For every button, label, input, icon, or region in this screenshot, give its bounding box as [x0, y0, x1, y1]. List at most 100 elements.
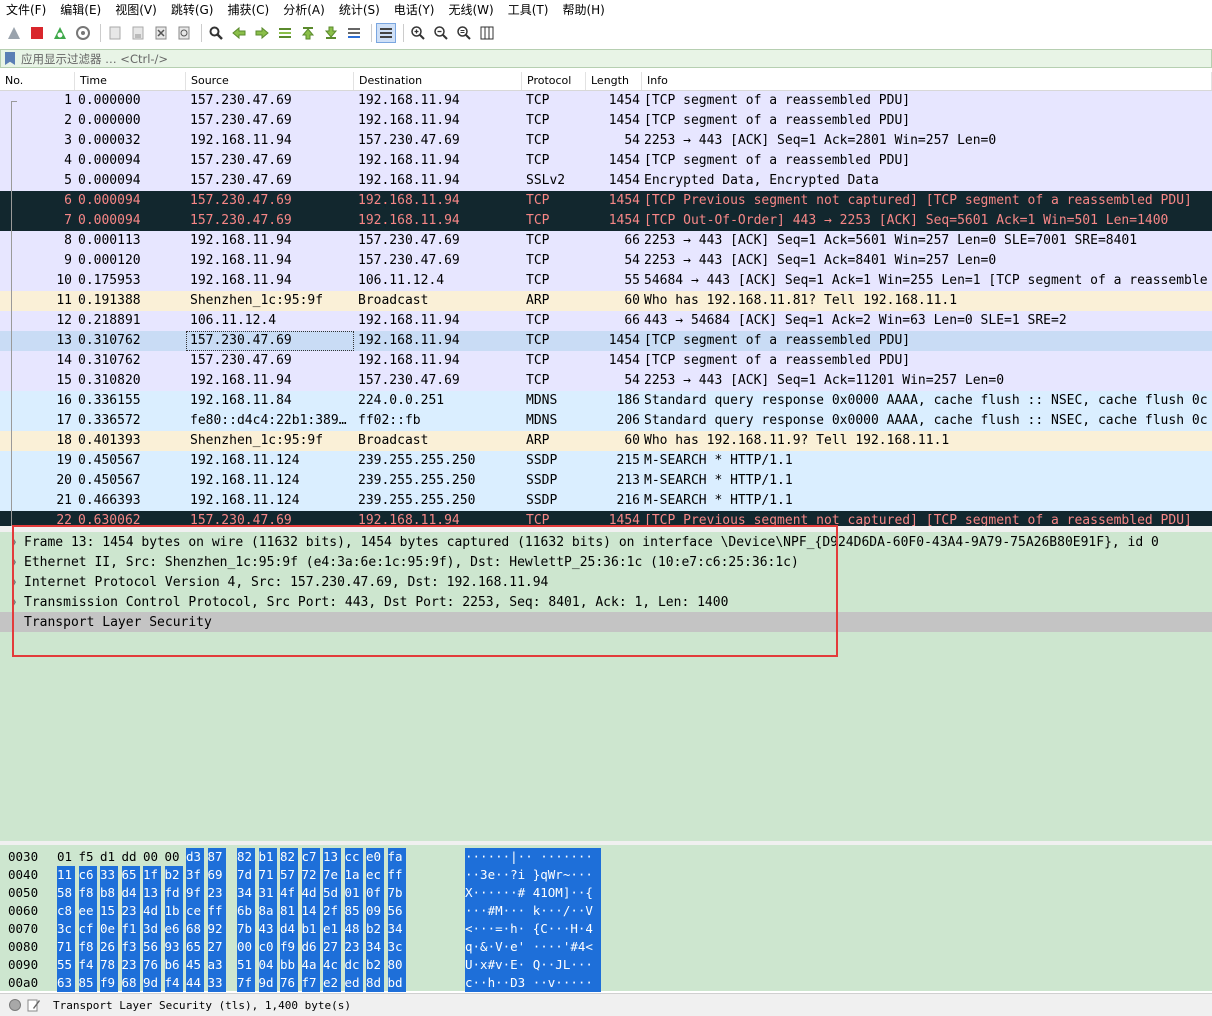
hex-byte[interactable]: 56 [143, 938, 161, 956]
packet-row[interactable]: 22 0.630062 157.230.47.69 192.168.11.94 TCP 1… [0, 511, 1212, 526]
hex-byte[interactable]: f8 [78, 938, 97, 956]
ascii-dump[interactable]: ··3e··?i }qWr~··· [465, 866, 601, 884]
hex-byte[interactable]: c8 [57, 902, 75, 920]
hex-byte[interactable]: 14 [301, 902, 320, 920]
hex-byte[interactable]: 23 [207, 884, 226, 902]
hex-bytes[interactable]: 3c cf 0e f1 3d e6 68 92 7b 43 d4 b1 e1 48 b2 34 [57, 920, 409, 938]
hex-byte[interactable]: 93 [164, 938, 183, 956]
menu-item[interactable]: 工具(T) [502, 0, 557, 20]
menu-item[interactable]: 统计(S) [333, 0, 388, 20]
hex-byte[interactable]: 1b [164, 902, 183, 920]
hex-byte[interactable]: 72 [301, 866, 320, 884]
hex-byte[interactable]: 9d [143, 974, 161, 992]
open-file-icon[interactable] [105, 23, 125, 43]
hex-byte[interactable]: 31 [258, 884, 277, 902]
hex-byte[interactable]: 71 [57, 938, 75, 956]
hex-byte[interactable]: 7d [237, 866, 255, 884]
edit-comment-icon[interactable] [27, 998, 41, 1012]
hex-byte[interactable]: 27 [323, 938, 341, 956]
zoom-normal-icon[interactable] [454, 23, 474, 43]
reload-file-icon[interactable] [174, 23, 194, 43]
hex-byte[interactable]: 00 [143, 848, 161, 866]
hex-byte[interactable]: 44 [186, 974, 204, 992]
hex-byte[interactable]: fa [387, 848, 406, 866]
hex-byte[interactable]: 82 [237, 848, 255, 866]
expand-arrow-icon[interactable]: ❯ [8, 537, 20, 548]
hex-byte[interactable]: 7b [387, 884, 406, 902]
detail-tree-item[interactable]: ❯ Ethernet II, Src: Shenzhen_1c:95:9f (e4… [0, 552, 1212, 572]
ascii-dump[interactable]: <···=·h· {C···H·4 [465, 920, 601, 938]
hex-byte[interactable]: 34 [366, 938, 384, 956]
hex-byte[interactable]: bb [280, 956, 298, 974]
hex-byte[interactable]: 56 [387, 902, 406, 920]
find-packet-icon[interactable] [206, 23, 226, 43]
packet-row[interactable]: 8 0.000113 192.168.11.94 157.230.47.69 TCP 66… [0, 231, 1212, 251]
column-header[interactable]: Info [642, 72, 1212, 90]
hex-byte[interactable]: b6 [164, 956, 183, 974]
hex-byte[interactable]: dd [122, 848, 140, 866]
hex-byte[interactable]: 4d [301, 884, 320, 902]
packet-row[interactable]: 13 0.310762 157.230.47.69 192.168.11.94 TCP 1… [0, 331, 1212, 351]
expand-arrow-icon[interactable]: ❯ [8, 597, 20, 608]
hex-byte[interactable]: b1 [258, 848, 277, 866]
hex-byte[interactable]: 68 [186, 920, 204, 938]
ascii-dump[interactable]: U·x#v·E· Q··JL··· [465, 956, 601, 974]
hex-byte[interactable]: 63 [57, 974, 75, 992]
hex-byte[interactable]: c0 [258, 938, 277, 956]
hex-byte[interactable]: ff [207, 902, 226, 920]
packet-row[interactable]: 15 0.310820 192.168.11.94 157.230.47.69 TCP 5… [0, 371, 1212, 391]
hex-byte[interactable]: 87 [207, 848, 226, 866]
column-header[interactable]: Source [186, 72, 354, 90]
hex-byte[interactable]: bd [387, 974, 406, 992]
hex-byte[interactable]: 3c [387, 938, 406, 956]
save-file-icon[interactable] [128, 23, 148, 43]
hex-byte[interactable]: 01 [57, 848, 75, 866]
hex-byte[interactable]: 0f [366, 884, 384, 902]
menu-item[interactable]: 分析(A) [277, 0, 333, 20]
restart-capture-icon[interactable] [50, 23, 70, 43]
hex-byte[interactable]: 58 [57, 884, 75, 902]
detail-tree-item[interactable]: Transport Layer Security [0, 612, 1212, 632]
hex-byte[interactable]: d4 [121, 884, 140, 902]
hex-byte[interactable]: 2f [323, 902, 341, 920]
colorize-icon[interactable] [376, 23, 396, 43]
hex-byte[interactable]: 65 [186, 938, 204, 956]
hex-byte[interactable]: 4a [301, 956, 320, 974]
capture-options-icon[interactable] [73, 23, 93, 43]
hex-bytes[interactable]: 58 f8 b8 d4 13 fd 9f 23 34 31 4f 4d 5d 01 0f 7b [57, 884, 409, 902]
column-header[interactable]: Protocol [522, 72, 586, 90]
hex-byte[interactable]: f7 [301, 974, 320, 992]
menu-item[interactable]: 捕获(C) [221, 0, 277, 20]
packet-row[interactable]: 5 0.000094 157.230.47.69 192.168.11.94 SSLv2… [0, 171, 1212, 191]
go-first-packet-icon[interactable] [298, 23, 318, 43]
hex-byte[interactable]: 34 [237, 884, 255, 902]
hex-byte[interactable]: 8a [258, 902, 277, 920]
ascii-dump[interactable]: q·&·V·e' ····'#4< [465, 938, 601, 956]
detail-tree-item[interactable]: ❯ Transmission Control Protocol, Src Port… [0, 592, 1212, 612]
packet-row[interactable]: 4 0.000094 157.230.47.69 192.168.11.94 TCP 14… [0, 151, 1212, 171]
packet-row[interactable]: 10 0.175953 192.168.11.94 106.11.12.4 TCP 55 5… [0, 271, 1212, 291]
go-back-icon[interactable] [229, 23, 249, 43]
go-last-packet-icon[interactable] [321, 23, 341, 43]
hex-byte[interactable]: 55 [57, 956, 75, 974]
packet-row[interactable]: 16 0.336155 192.168.11.84 224.0.0.251 MDNS 18… [0, 391, 1212, 411]
hex-byte[interactable]: 4d [143, 902, 161, 920]
packet-row[interactable]: 19 0.450567 192.168.11.124 239.255.255.250 S… [0, 451, 1212, 471]
ascii-dump[interactable]: X······# 41OM]··{ [465, 884, 601, 902]
hex-byte[interactable]: 1f [143, 866, 161, 884]
detail-tree-item[interactable]: ❯ Internet Protocol Version 4, Src: 157.2… [0, 572, 1212, 592]
packet-row[interactable]: 9 0.000120 192.168.11.94 157.230.47.69 TCP 54… [0, 251, 1212, 271]
hex-byte[interactable]: 00 [165, 848, 183, 866]
bookmark-icon[interactable] [5, 52, 15, 65]
hex-byte[interactable]: c6 [78, 866, 97, 884]
hex-byte[interactable]: f1 [121, 920, 140, 938]
menu-item[interactable]: 电话(Y) [388, 0, 443, 20]
hex-byte[interactable]: 23 [121, 902, 140, 920]
column-header[interactable]: No. [0, 72, 75, 90]
go-forward-icon[interactable] [252, 23, 272, 43]
hex-byte[interactable]: 4f [280, 884, 298, 902]
packet-row[interactable]: 7 0.000094 157.230.47.69 192.168.11.94 TCP 14… [0, 211, 1212, 231]
menu-item[interactable]: 帮助(H) [556, 0, 612, 20]
expand-arrow-icon[interactable]: ❯ [8, 557, 20, 568]
hex-byte[interactable]: 43 [258, 920, 277, 938]
